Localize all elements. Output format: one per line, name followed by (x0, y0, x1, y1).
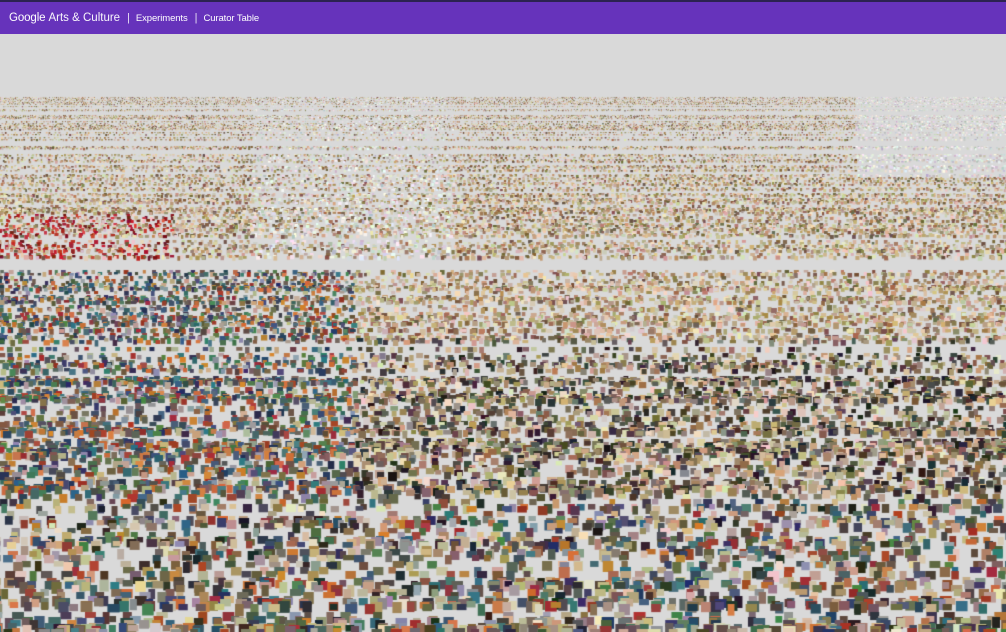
curator-table-3d-view[interactable] (0, 34, 1006, 632)
artwork-tile-field-canvas[interactable] (0, 34, 1006, 632)
top-navigation-bar: Google Arts & Culture | Experiments | Cu… (0, 0, 1006, 34)
breadcrumb-separator: | (194, 12, 198, 24)
google-arts-culture-logo[interactable]: Google Arts & Culture (9, 12, 120, 24)
breadcrumb-experiments-link[interactable]: Experiments (136, 13, 188, 24)
breadcrumb-separator: | (127, 12, 130, 24)
brand-google-text: Google (9, 12, 46, 24)
breadcrumb-curator-table-link[interactable]: Curator Table (203, 13, 259, 24)
brand-arts-culture-text: Arts & Culture (48, 12, 121, 24)
